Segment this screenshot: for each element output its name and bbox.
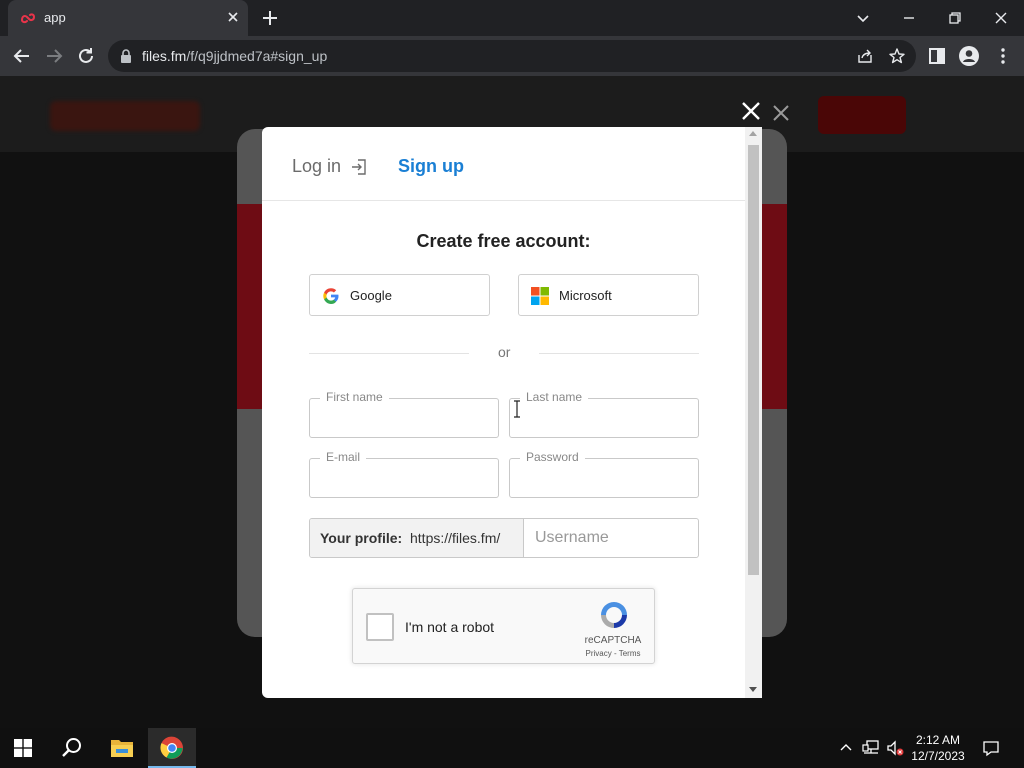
clock-date: 12/7/2023 [911,749,965,763]
modal-tabs: Log in Sign up [262,127,745,201]
back-arrow-icon[interactable] [10,44,34,68]
taskbar-chrome-button[interactable] [148,728,196,768]
window-close-icon[interactable] [989,6,1013,30]
signup-modal: Log in Sign up Create free account: Goog… [262,127,762,698]
side-panel-icon[interactable] [926,45,948,67]
system-clock[interactable]: 2:12 AM 12/7/2023 [906,732,970,764]
tray-chevron-up-icon[interactable] [838,740,854,756]
bookmark-star-icon[interactable] [888,47,906,65]
signup-tab[interactable]: Sign up [398,156,464,177]
recaptcha-brand: reCAPTCHA [584,635,642,646]
divider-left [309,353,469,354]
login-tab[interactable]: Log in [292,156,341,177]
divider-right [539,353,699,354]
recaptcha-terms-link[interactable]: Privacy - Terms [575,649,651,658]
new-tab-icon[interactable] [260,8,280,28]
forward-arrow-icon[interactable] [42,44,66,68]
scroll-up-arrow-icon[interactable] [749,131,757,136]
profile-url-prefix: Your profile: https://files.fm/ [310,519,524,557]
username-input[interactable] [525,519,697,557]
close-tab-icon[interactable] [226,10,240,24]
url-path: /f/q9jjdmed7a#sign_up [186,48,328,64]
profile-avatar-icon[interactable] [958,45,980,67]
notifications-icon[interactable] [982,739,1000,757]
tab-search-chevron-icon[interactable] [851,6,875,30]
share-icon[interactable] [856,47,874,65]
address-bar[interactable]: files.fm/f/q9jjdmed7a#sign_up [108,40,916,72]
google-icon [323,288,339,304]
chrome-icon [160,736,183,759]
recaptcha-logo-icon [601,602,627,628]
url-text: files.fm/f/q9jjdmed7a#sign_up [142,48,327,64]
url-host: files.fm [142,48,187,64]
site-logo-dimmed [50,101,200,131]
text-cursor-icon [514,400,520,418]
profile-label: Your profile: [320,530,403,546]
first-name-field[interactable]: First name [309,390,499,438]
tab-title: app [44,10,66,25]
lock-icon[interactable] [120,49,132,63]
reload-icon[interactable] [74,44,98,68]
or-divider-text: or [498,344,511,360]
microsoft-signin-button[interactable]: Microsoft [518,274,699,316]
email-input[interactable] [311,460,497,496]
recaptcha-text: I'm not a robot [405,619,495,635]
file-explorer-icon[interactable] [110,737,134,759]
google-signin-button[interactable]: Google [309,274,490,316]
screen: app files.fm/f/q9jjdmed7a#sign_up Log in… [0,0,1024,768]
browser-tab-strip: app [0,0,1024,36]
restore-icon[interactable] [943,6,967,30]
microsoft-label: Microsoft [559,288,612,303]
email-field[interactable]: E-mail [309,450,499,498]
scrollbar-thumb[interactable] [748,145,759,575]
first-name-input[interactable] [311,400,497,436]
minimize-icon[interactable] [897,6,921,30]
login-icon[interactable] [350,158,368,176]
close-modal-icon[interactable] [740,100,762,122]
taskbar: 2:12 AM 12/7/2023 [0,728,1024,768]
last-name-field[interactable]: Last name [509,390,699,438]
close-overlay-icon[interactable] [772,104,790,122]
profile-base-url: https://files.fm/ [410,530,501,546]
browser-tab[interactable]: app [8,0,248,36]
password-field[interactable]: Password [509,450,699,498]
password-input[interactable] [511,460,697,496]
modal-heading: Create free account: [416,231,591,251]
recaptcha-checkbox[interactable] [366,613,394,641]
last-name-input[interactable] [511,400,697,436]
microsoft-icon [531,287,549,305]
site-cta-dimmed [818,96,906,134]
files-fm-logo-icon [21,13,36,24]
windows-start-icon[interactable] [14,739,32,757]
recaptcha-widget: I'm not a robot reCAPTCHA Privacy - Term… [352,588,655,664]
browser-menu-icon[interactable] [992,45,1014,67]
clock-time: 2:12 AM [915,733,961,747]
browser-toolbar: files.fm/f/q9jjdmed7a#sign_up [0,36,1024,76]
google-label: Google [350,288,392,303]
search-icon[interactable] [60,736,84,760]
network-icon[interactable] [862,739,880,757]
scroll-down-arrow-icon[interactable] [749,687,757,692]
profile-url-group: Your profile: https://files.fm/ [309,518,699,558]
volume-muted-icon[interactable] [886,739,904,757]
